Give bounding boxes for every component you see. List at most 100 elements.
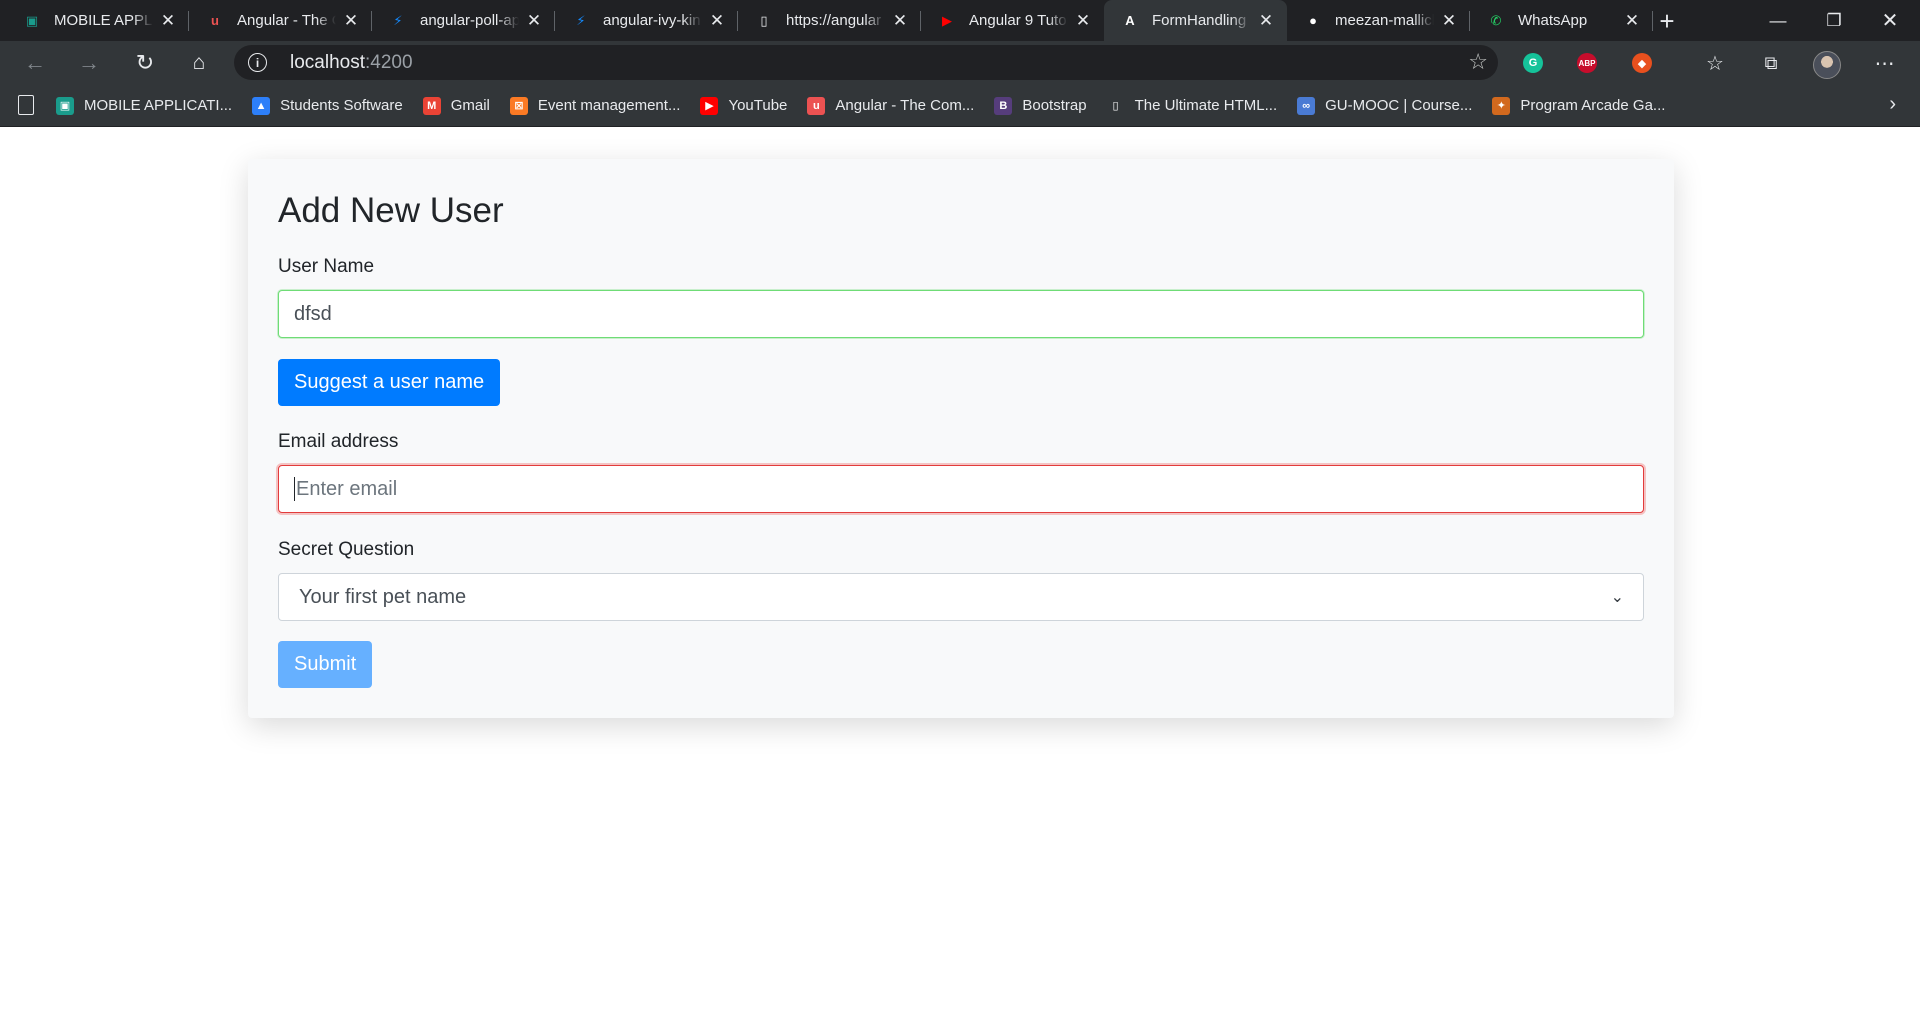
site-info-icon[interactable]: i [248, 53, 267, 72]
favorites-icon[interactable]: ☆ [1700, 48, 1730, 78]
bookmark-item[interactable]: ▯ The Ultimate HTML... [1106, 96, 1278, 115]
tab-close-icon[interactable]: ✕ [342, 11, 360, 30]
bookmark-star-icon[interactable]: ☆ [1468, 49, 1488, 75]
udemy-icon: u [211, 13, 219, 28]
forward-icon[interactable]: → [72, 46, 106, 80]
bookmark-label: YouTube [728, 97, 788, 114]
bookmark-item[interactable]: ▶ YouTube [700, 96, 788, 115]
tab-close-icon[interactable]: ✕ [1257, 11, 1275, 30]
page-title: Add New User [278, 191, 504, 230]
stackblitz-icon: ⚡ [576, 12, 586, 28]
bookmark-item[interactable]: M Gmail [422, 96, 490, 115]
bookmark-label: Program Arcade Ga... [1520, 97, 1666, 114]
reload-icon[interactable]: ↻ [128, 46, 162, 80]
bookmark-label: GU-MOOC | Course... [1325, 97, 1473, 114]
person-icon: ▲ [252, 96, 271, 115]
classroom-icon: ▣ [25, 12, 39, 28]
apps-page-icon[interactable] [18, 95, 34, 115]
tab-title: MOBILE APPLICATI [54, 12, 153, 29]
tab-title: https://angular [786, 12, 882, 29]
email-input[interactable]: Enter email [278, 465, 1644, 513]
minimize-icon[interactable]: — [1750, 0, 1806, 41]
tab-close-icon[interactable]: ✕ [891, 11, 909, 30]
tab-close-icon[interactable]: ✕ [1440, 11, 1458, 30]
bookmark-label: The Ultimate HTML... [1134, 97, 1278, 114]
gmail-icon: M [422, 96, 441, 115]
tab-title: Angular 9 Tutor [969, 12, 1068, 29]
page-icon: ▯ [1106, 96, 1125, 115]
maximize-icon[interactable]: ❐ [1806, 0, 1862, 41]
home-icon[interactable]: ⌂ [182, 46, 216, 80]
github-icon: ● [1309, 13, 1317, 28]
tab-8[interactable]: ✆ WhatsApp ✕ [1470, 0, 1653, 41]
email-placeholder: Enter email [296, 477, 398, 500]
suggest-username-button[interactable]: Suggest a user name [278, 359, 501, 406]
udemy-icon: u [807, 96, 826, 115]
xampp-icon: ⊠ [509, 96, 528, 115]
bookmark-label: Angular - The Com... [835, 97, 975, 114]
tab-title: Angular - The Co [237, 12, 336, 29]
tab-3[interactable]: ⚡ angular-ivy-kin ✕ [555, 0, 738, 41]
bookmark-item[interactable]: ▣ MOBILE APPLICATI... [56, 96, 233, 115]
username-input[interactable]: dfsd [278, 290, 1644, 338]
submit-button[interactable]: Submit [278, 641, 373, 688]
tab-close-icon[interactable]: ✕ [159, 11, 177, 30]
bookmark-item[interactable]: u Angular - The Com... [807, 96, 975, 115]
tab-strip: ▣ MOBILE APPLICATI ✕ u Angular - The Co ✕ ⚡ ang… [0, 0, 1920, 41]
tab-close-icon[interactable]: ✕ [525, 11, 543, 30]
url-port: :4200 [365, 52, 413, 73]
username-label: User Name [278, 256, 375, 277]
bookmark-label: Students Software [280, 97, 403, 114]
bookmark-list: ▣ MOBILE APPLICATI... ▲ Students Software M G… [56, 84, 1685, 127]
bootstrap-icon: B [994, 96, 1013, 115]
email-label: Email address [278, 431, 399, 452]
tab-5[interactable]: ▶ Angular 9 Tutor ✕ [921, 0, 1104, 41]
url-text[interactable]: localhost:4200 [290, 52, 413, 74]
angular-icon: A [1125, 13, 1135, 28]
menu-icon[interactable]: ⋯ [1870, 48, 1900, 78]
tab-close-icon[interactable]: ✕ [1074, 11, 1092, 30]
chevron-down-icon: ⌄ [1610, 589, 1624, 606]
chevron-right-icon[interactable]: › [1889, 93, 1896, 116]
youtube-icon: ▶ [700, 96, 719, 115]
extension-icon[interactable]: ◆ [1632, 53, 1652, 73]
bookmark-label: MOBILE APPLICATI... [84, 97, 233, 114]
adblock-plus-icon[interactable]: ABP [1577, 53, 1597, 73]
new-tab-button[interactable]: + [1652, 6, 1682, 36]
bookmark-label: Gmail [450, 97, 490, 114]
profile-avatar[interactable] [1813, 51, 1841, 79]
add-user-card: Add New User User Name dfsd Suggest a us… [248, 159, 1674, 718]
username-value: dfsd [294, 302, 332, 325]
tab-7[interactable]: ● meezan-mallick ✕ [1287, 0, 1470, 41]
secret-question-select[interactable]: Your first pet name ⌄ [278, 573, 1644, 621]
bookmark-label: Bootstrap [1022, 97, 1087, 114]
bookmark-label: Event management... [537, 97, 681, 114]
collections-icon[interactable]: ⧉ [1756, 48, 1786, 78]
url-host: localhost [290, 52, 365, 73]
back-icon[interactable]: ← [18, 46, 52, 80]
bookmark-item[interactable]: B Bootstrap [994, 96, 1087, 115]
bookmark-item[interactable]: ⊠ Event management... [509, 96, 681, 115]
tab-1[interactable]: u Angular - The Co ✕ [189, 0, 372, 41]
tab-close-icon[interactable]: ✕ [1623, 11, 1641, 30]
tab-2[interactable]: ⚡ angular-poll-app ✕ [372, 0, 555, 41]
grammarly-icon[interactable]: G [1523, 53, 1543, 73]
tab-4[interactable]: ▯ https://angular ✕ [738, 0, 921, 41]
bookmark-item[interactable]: ▲ Students Software [252, 96, 403, 115]
arcade-icon: ✦ [1492, 96, 1511, 115]
tab-title: FormHandling [1152, 12, 1247, 29]
tab-6[interactable]: A FormHandling ✕ [1104, 0, 1287, 41]
tab-list: ▣ MOBILE APPLICATI ✕ u Angular - The Co ✕ ⚡ ang… [6, 0, 1653, 41]
whatsapp-icon: ✆ [1490, 12, 1502, 28]
bookmark-item[interactable]: ∞ GU-MOOC | Course... [1297, 96, 1473, 115]
page-icon: ▯ [760, 12, 768, 28]
classroom-icon: ▣ [56, 96, 74, 115]
tab-close-icon[interactable]: ✕ [708, 11, 726, 30]
tab-title: angular-ivy-kin [603, 12, 701, 29]
text-caret [294, 477, 295, 501]
tab-title: meezan-mallick [1335, 12, 1434, 29]
bookmark-item[interactable]: ✦ Program Arcade Ga... [1492, 96, 1666, 115]
address-bar[interactable]: i localhost:4200 ☆ [234, 45, 1498, 80]
tab-0[interactable]: ▣ MOBILE APPLICATI ✕ [6, 0, 189, 41]
close-window-icon[interactable]: ✕ [1862, 0, 1918, 41]
